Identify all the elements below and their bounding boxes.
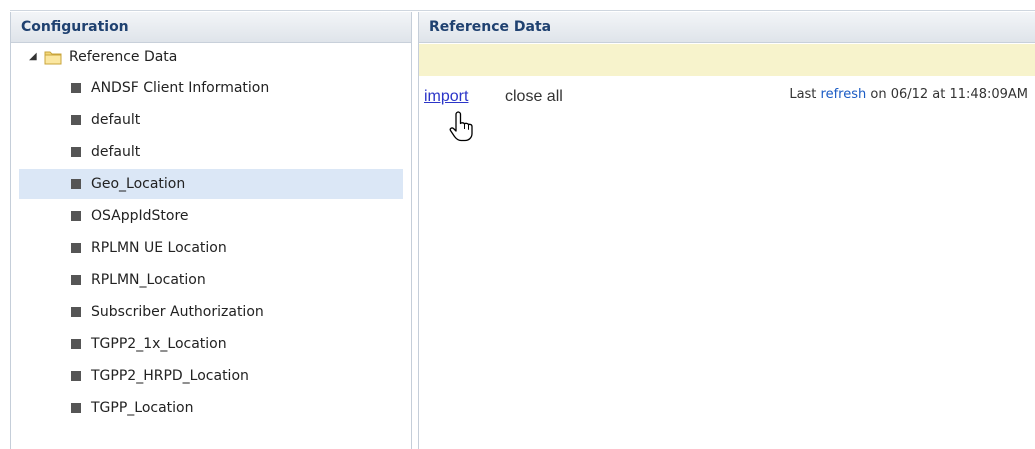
table-node-icon — [71, 243, 81, 253]
tree-item-label: TGPP2_HRPD_Location — [91, 368, 249, 384]
message-bar — [419, 44, 1035, 76]
reference-data-panel: Reference Data import close all Last ref… — [418, 12, 1035, 449]
tree-item-label: RPLMN_Location — [91, 272, 206, 288]
tree-item[interactable]: RPLMN_Location — [19, 265, 403, 295]
table-node-icon — [71, 307, 81, 317]
reference-data-panel-header: Reference Data — [419, 12, 1035, 43]
reference-data-toolbar: import close all Last refresh on 06/12 a… — [419, 76, 1035, 142]
table-node-icon — [71, 83, 81, 93]
table-node-icon — [71, 275, 81, 285]
expand-triangle-icon[interactable]: ◢ — [29, 43, 37, 71]
configuration-panel: Configuration ◢ Reference Data ANDSF Cli… — [10, 12, 412, 449]
table-node-icon — [71, 115, 81, 125]
tree-item-label: Subscriber Authorization — [91, 304, 264, 320]
tree-item[interactable]: ANDSF Client Information — [19, 73, 403, 103]
table-node-icon — [71, 371, 81, 381]
table-node-icon — [71, 147, 81, 157]
table-node-icon — [71, 179, 81, 189]
tree-item-label: default — [91, 144, 141, 160]
table-node-icon — [71, 211, 81, 221]
tree-item[interactable]: OSAppIdStore — [19, 201, 403, 231]
last-refresh-prefix: Last — [789, 87, 821, 102]
configuration-panel-header: Configuration — [11, 12, 411, 43]
close-all-link[interactable]: close all — [505, 88, 563, 106]
table-node-icon — [71, 339, 81, 349]
tree-root-reference-data[interactable]: ◢ Reference Data — [11, 43, 411, 71]
frame-top-border — [10, 10, 1035, 11]
tree-item-label: OSAppIdStore — [91, 208, 189, 224]
tree-item-label: Geo_Location — [91, 176, 186, 192]
tree-items-list: ANDSF Client Information default default Ge… — [11, 73, 411, 423]
folder-icon — [44, 51, 62, 65]
tree-item[interactable]: default — [19, 105, 403, 135]
tree-item[interactable]: default — [19, 137, 403, 167]
tree-item-label: ANDSF Client Information — [91, 80, 270, 96]
tree-item[interactable]: Subscriber Authorization — [19, 297, 403, 327]
tree-item[interactable]: TGPP2_HRPD_Location — [19, 361, 403, 391]
last-refresh-suffix: on 06/12 at 11:48:09AM — [866, 87, 1028, 102]
tree-item[interactable]: RPLMN UE Location — [19, 233, 403, 263]
tree-item[interactable]: TGPP_Location — [19, 393, 403, 423]
last-refresh-status: Last refresh on 06/12 at 11:48:09AM — [789, 87, 1028, 102]
import-link[interactable]: import — [424, 88, 468, 106]
refresh-link[interactable]: refresh — [821, 87, 867, 102]
tree-item-label: RPLMN UE Location — [91, 240, 227, 256]
tree-item[interactable]: Geo_Location — [19, 169, 403, 199]
hand-cursor-icon — [449, 111, 473, 142]
tree-item-label: TGPP2_1x_Location — [91, 336, 227, 352]
table-node-icon — [71, 403, 81, 413]
tree-item-label: TGPP_Location — [91, 400, 194, 416]
tree-item[interactable]: TGPP2_1x_Location — [19, 329, 403, 359]
tree-root-label: Reference Data — [69, 49, 178, 65]
tree-item-label: default — [91, 112, 141, 128]
